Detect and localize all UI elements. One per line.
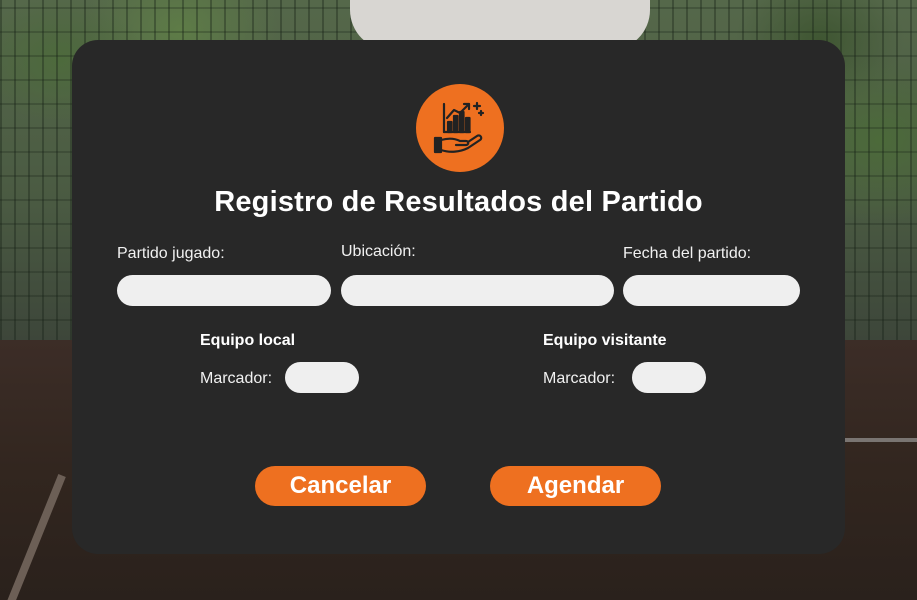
court-line xyxy=(835,438,917,442)
ubicacion-input[interactable] xyxy=(341,275,614,306)
visitor-score-label: Marcador: xyxy=(543,370,616,387)
visitor-score-input[interactable] xyxy=(632,362,706,393)
page-title: Registro de Resultados del Partido xyxy=(214,186,703,218)
ubicacion-label: Ubicación: xyxy=(341,243,416,260)
fecha-label: Fecha del partido: xyxy=(623,245,752,262)
schedule-button[interactable]: Agendar xyxy=(490,466,661,506)
partido-input[interactable] xyxy=(117,275,331,306)
growth-chart-hand-icon xyxy=(416,84,504,172)
local-team-title: Equipo local xyxy=(200,332,296,349)
fecha-input[interactable] xyxy=(623,275,800,306)
match-results-dialog: Registro de Resultados del Partido Parti… xyxy=(72,40,845,554)
local-score-input[interactable] xyxy=(285,362,359,393)
local-score-label: Marcador: xyxy=(200,370,273,387)
visitor-team-title: Equipo visitante xyxy=(543,332,667,349)
partido-label: Partido jugado: xyxy=(117,245,225,262)
cancel-button[interactable]: Cancelar xyxy=(255,466,426,506)
